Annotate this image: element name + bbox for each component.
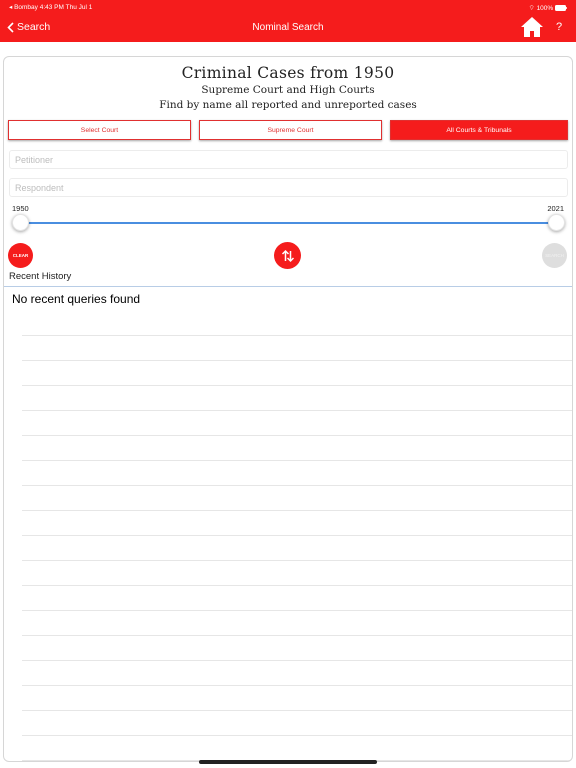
page-title: Nominal Search bbox=[252, 22, 324, 33]
list-row-separator bbox=[22, 435, 572, 436]
year-max-label: 2021 bbox=[547, 204, 564, 213]
status-bar-left: ◂ Bombay 4:43 PM Thu Jul 1 bbox=[9, 4, 93, 11]
status-bar-battery: ⌔ 100% bbox=[529, 3, 567, 12]
header-title: Criminal Cases from 1950 bbox=[181, 64, 395, 82]
home-indicator[interactable] bbox=[199, 760, 377, 764]
list-row-separator bbox=[22, 610, 572, 611]
select-court-button[interactable]: Select Court bbox=[8, 120, 191, 140]
list-row-separator bbox=[22, 360, 572, 361]
year-min-label: 1950 bbox=[12, 204, 29, 213]
recent-history-label: Recent History bbox=[9, 271, 72, 282]
list-row-separator bbox=[22, 335, 572, 336]
swap-arrows-icon bbox=[281, 249, 294, 262]
home-icon[interactable] bbox=[520, 16, 544, 38]
list-row-separator bbox=[22, 735, 572, 736]
search-card: Criminal Cases from 1950 Supreme Court a… bbox=[3, 56, 573, 762]
battery-percent: 100% bbox=[536, 5, 554, 12]
list-row-separator bbox=[22, 510, 572, 511]
wifi-icon: ⌔ bbox=[528, 5, 535, 12]
list-row-separator bbox=[22, 635, 572, 636]
header-subtitle-description: Find by name all reported and unreported… bbox=[159, 99, 417, 111]
list-row-separator bbox=[22, 385, 572, 386]
year-range-max-handle[interactable] bbox=[548, 214, 565, 231]
clear-button[interactable]: CLEAR bbox=[8, 243, 33, 268]
year-range-slider-track[interactable] bbox=[20, 222, 558, 224]
petitioner-field[interactable]: Petitioner bbox=[9, 150, 568, 169]
list-row-separator bbox=[22, 660, 572, 661]
list-row-separator bbox=[22, 710, 572, 711]
list-row-separator bbox=[22, 535, 572, 536]
search-button[interactable]: SEARCH bbox=[542, 243, 567, 268]
swap-parties-button[interactable] bbox=[274, 242, 301, 269]
header-subtitle-courts: Supreme Court and High Courts bbox=[201, 84, 375, 96]
all-courts-tribunals-button[interactable]: All Courts & Tribunals bbox=[390, 120, 568, 140]
list-row-separator bbox=[22, 410, 572, 411]
list-row-separator bbox=[22, 560, 572, 561]
empty-history-message: No recent queries found bbox=[12, 292, 141, 306]
help-button[interactable]: ? bbox=[556, 21, 562, 33]
respondent-field[interactable]: Respondent bbox=[9, 178, 568, 197]
list-row-separator bbox=[22, 485, 572, 486]
supreme-court-button[interactable]: Supreme Court bbox=[199, 120, 382, 140]
list-row-separator bbox=[22, 460, 572, 461]
list-row-separator bbox=[22, 585, 572, 586]
battery-icon bbox=[555, 5, 567, 11]
status-bar: ◂ Bombay 4:43 PM Thu Jul 1 ⌔ 100% bbox=[0, 0, 576, 13]
navigation-bar: Search Nominal Search ? bbox=[0, 13, 576, 42]
list-row-separator bbox=[22, 685, 572, 686]
history-divider bbox=[4, 286, 572, 287]
year-range-min-handle[interactable] bbox=[12, 214, 29, 231]
